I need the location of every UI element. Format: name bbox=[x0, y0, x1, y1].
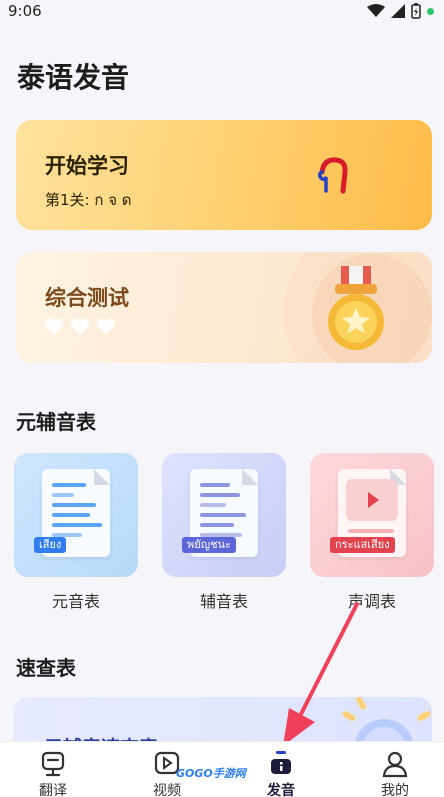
page-title: 泰语发音 bbox=[17, 61, 130, 94]
status-time: 9:06 bbox=[8, 2, 42, 20]
heart-icon bbox=[96, 318, 116, 335]
nav-pronunciation[interactable]: 发音 bbox=[236, 742, 326, 797]
consonant-chart-label: 辅音表 bbox=[199, 592, 248, 611]
notification-dot bbox=[427, 7, 434, 15]
watermark-logo: GOGO手游网 bbox=[176, 767, 246, 780]
annotation-arrow bbox=[283, 602, 359, 746]
nav-label: 翻译 bbox=[39, 783, 67, 797]
comprehensive-test-title: 综合测试 bbox=[45, 286, 129, 310]
nav-translate[interactable]: 翻译 bbox=[8, 742, 98, 797]
vowel-chart-tile[interactable]: เสียง bbox=[14, 453, 138, 577]
nav-label: 视频 bbox=[153, 783, 181, 797]
heart-icon bbox=[44, 318, 64, 335]
consonant-tag: พยัญชนะ bbox=[182, 537, 236, 553]
status-bar: 9:06 bbox=[0, 0, 444, 22]
play-icon bbox=[346, 479, 398, 521]
nav-label: 我的 bbox=[381, 783, 409, 797]
lives-hearts bbox=[44, 318, 116, 336]
status-icons bbox=[367, 3, 434, 19]
vowel-chart-label: 元音表 bbox=[51, 592, 100, 611]
nav-profile[interactable]: 我的 bbox=[350, 742, 440, 797]
level-subtitle: 第1关: ก จ ด bbox=[45, 191, 132, 209]
thai-letter-icon bbox=[317, 157, 348, 194]
tone-tag: กระแสเสียง bbox=[330, 537, 395, 553]
vowel-tag: เสียง bbox=[34, 537, 67, 553]
quick-reference-title: 速查表 bbox=[16, 656, 76, 680]
chart-section-title: 元辅音表 bbox=[16, 410, 96, 434]
start-learning-title: 开始学习 bbox=[45, 154, 129, 178]
profile-icon bbox=[382, 751, 408, 778]
signal-icon bbox=[391, 4, 405, 18]
pronunciation-icon bbox=[271, 751, 291, 774]
consonant-chart-tile[interactable]: พยัญชนะ bbox=[162, 453, 286, 577]
translate-icon bbox=[41, 751, 65, 777]
medal-icon bbox=[328, 266, 384, 350]
comprehensive-test-card[interactable]: 综合测试 bbox=[16, 252, 432, 363]
heart-icon bbox=[70, 318, 90, 335]
wifi-icon bbox=[367, 4, 385, 17]
tone-chart-tile[interactable]: กระแสเสียง bbox=[310, 453, 434, 577]
start-learning-card[interactable]: 开始学习 第1关: ก จ ด bbox=[16, 120, 432, 230]
battery-icon bbox=[411, 3, 421, 19]
nav-label: 发音 bbox=[267, 783, 295, 797]
